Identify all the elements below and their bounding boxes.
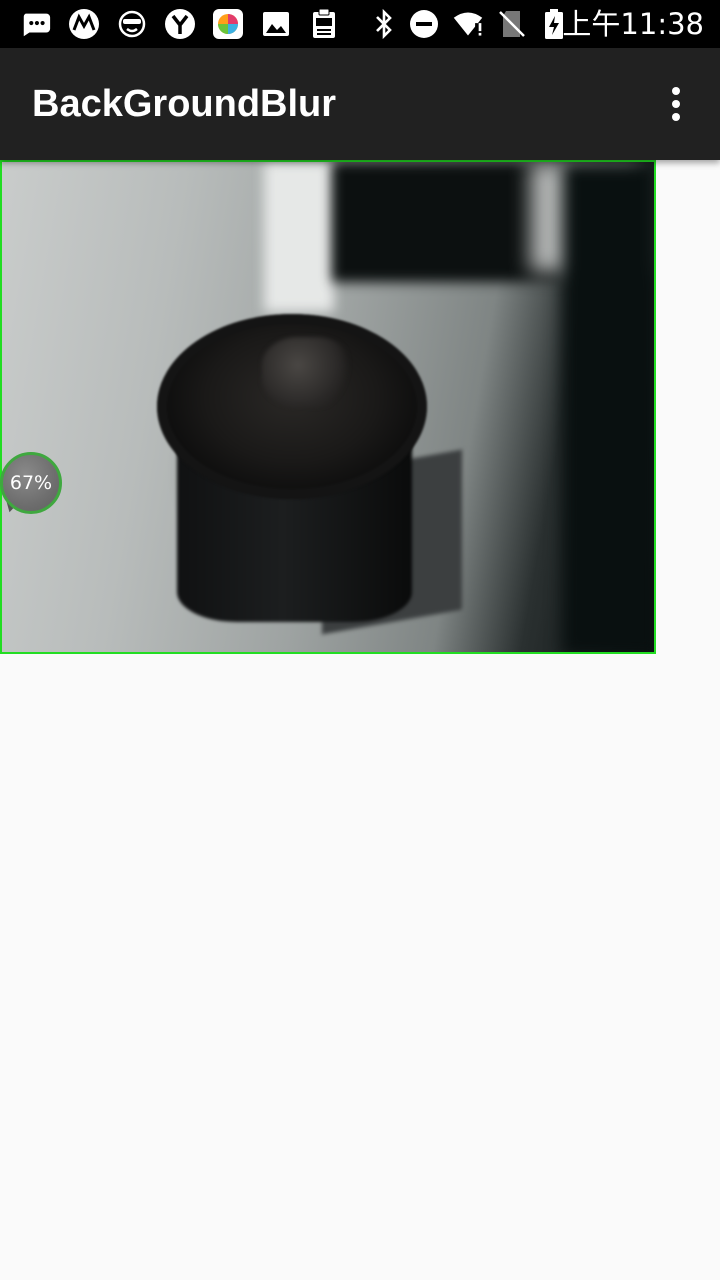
motorola-icon: [68, 8, 100, 40]
overflow-menu-button[interactable]: [652, 80, 700, 128]
more-vert-icon: [672, 87, 680, 95]
no-sim-icon: [496, 8, 528, 40]
do-not-disturb-icon: [408, 8, 440, 40]
face-mask-icon: [116, 8, 148, 40]
preview-scene-wall: [264, 162, 334, 312]
blur-percent-badge[interactable]: 67%: [0, 452, 62, 515]
status-time: 上午11:38: [562, 7, 704, 41]
gallery-icon: [260, 8, 292, 40]
more-vert-icon-dot: [672, 113, 680, 121]
app-title: BackGroundBlur: [32, 83, 337, 125]
app-bar: BackGroundBlur: [0, 48, 720, 160]
messages-icon: [20, 8, 52, 40]
log-icon: [308, 8, 340, 40]
blur-percent-label: 67%: [9, 472, 53, 494]
camera-preview[interactable]: [0, 160, 656, 654]
badge-circle: 67%: [0, 452, 62, 514]
status-bar: 上午11:38: [0, 0, 720, 48]
bluetooth-icon: [368, 8, 400, 40]
more-vert-icon-dot: [672, 100, 680, 108]
preview-scene-shade: [562, 162, 654, 652]
preview-trash-bag: [262, 337, 352, 407]
wifi-icon: [452, 8, 484, 40]
photo-app-icon: [212, 8, 244, 40]
yandex-icon: [164, 8, 196, 40]
preview-scene-wall: [332, 162, 562, 282]
